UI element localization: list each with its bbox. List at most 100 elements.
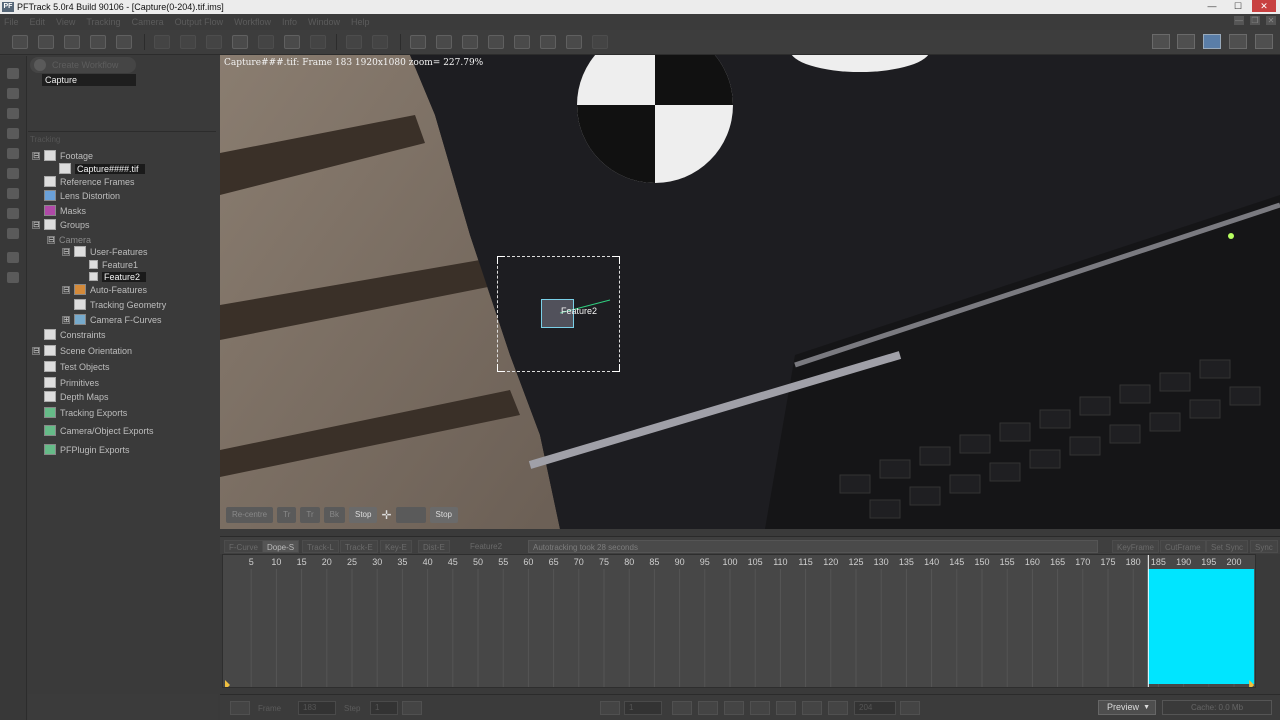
keyframe-button[interactable]: KeyFrame: [1112, 540, 1159, 553]
expand-toggle-icon[interactable]: ⊟: [32, 346, 40, 355]
layout-grid-icon[interactable]: [1255, 34, 1273, 49]
redo-icon[interactable]: [180, 35, 196, 49]
tree-item[interactable]: Capture####.tif: [47, 162, 145, 175]
sync-button[interactable]: Sync: [1250, 540, 1278, 553]
tree-item[interactable]: Primitives: [32, 376, 99, 389]
tree-item[interactable]: ⊟ Footage: [32, 149, 93, 162]
corner-handle[interactable]: [497, 256, 505, 264]
table-icon[interactable]: [284, 35, 300, 49]
maximize-button[interactable]: ☐: [1226, 0, 1250, 12]
refresh-icon[interactable]: [372, 35, 388, 49]
solve-icon[interactable]: [514, 35, 530, 49]
fit-view-icon[interactable]: [232, 35, 248, 49]
tree-item[interactable]: Depth Maps: [32, 390, 109, 403]
tab-key-editor[interactable]: Key-E: [380, 540, 412, 553]
track-backward-button[interactable]: Bk: [323, 507, 345, 523]
menu-file[interactable]: File: [4, 17, 19, 27]
transform-icon[interactable]: [488, 35, 504, 49]
export-tool-icon[interactable]: [7, 252, 19, 263]
step-forward-icon[interactable]: [802, 701, 822, 715]
tree-item[interactable]: Lens Distortion: [32, 189, 120, 202]
expand-toggle-icon[interactable]: ⊟: [32, 220, 40, 229]
menu-camera[interactable]: Camera: [132, 17, 164, 27]
tree-item[interactable]: ⊟ Auto-Features: [62, 283, 147, 296]
undo-icon[interactable]: [154, 35, 170, 49]
corner-handle[interactable]: [612, 256, 620, 264]
menu-tracking[interactable]: Tracking: [86, 17, 120, 27]
expand-toggle-icon[interactable]: ⊟: [47, 235, 55, 244]
layout-quad-icon[interactable]: [1229, 34, 1247, 49]
stop-icon[interactable]: [750, 701, 770, 715]
create-workflow-tab[interactable]: Create Workflow: [30, 57, 136, 73]
set-sync-button[interactable]: Set Sync: [1206, 540, 1249, 553]
axis-icon[interactable]: [540, 35, 556, 49]
preview-dropdown[interactable]: Preview ▼: [1098, 700, 1156, 715]
menu-info[interactable]: Info: [282, 17, 297, 27]
plugin-tool-icon[interactable]: [7, 272, 19, 283]
track-blank-button[interactable]: [395, 507, 426, 523]
end-frame-icon[interactable]: [900, 701, 920, 715]
shield-tool-icon[interactable]: [7, 108, 19, 119]
start-frame-input[interactable]: 1: [624, 701, 662, 715]
tree-item[interactable]: ⊟ Groups: [32, 218, 90, 231]
expand-toggle-icon[interactable]: ⊟: [62, 247, 70, 256]
layout-single-icon[interactable]: [1152, 34, 1170, 49]
text-tool-icon[interactable]: [7, 68, 19, 79]
tab-track-list[interactable]: Track-L: [302, 540, 339, 553]
pin-tool-icon[interactable]: [7, 208, 19, 219]
eye-tool-icon[interactable]: [7, 188, 19, 199]
track-button[interactable]: Tr: [300, 507, 320, 523]
play-back-icon[interactable]: [724, 701, 744, 715]
stop-button[interactable]: Stop: [349, 507, 378, 523]
cutframe-button[interactable]: CutFrame: [1160, 540, 1206, 553]
menu-view[interactable]: View: [56, 17, 75, 27]
tree-item[interactable]: Feature2: [77, 270, 147, 283]
loop-icon[interactable]: [230, 701, 250, 715]
shield2-tool-icon[interactable]: [7, 148, 19, 159]
minimize-button[interactable]: —: [1200, 0, 1224, 12]
tree-item[interactable]: Masks: [32, 204, 86, 217]
layout-float-icon[interactable]: [1177, 34, 1195, 49]
menu-output-flow[interactable]: Output Flow: [175, 17, 224, 27]
tree-item[interactable]: PFPlugin Exports: [32, 443, 130, 456]
tree-item[interactable]: Constraints: [32, 328, 106, 341]
save-as-icon[interactable]: [90, 35, 106, 49]
arrow-icon[interactable]: [346, 35, 362, 49]
expand-toggle-icon[interactable]: ⊟: [32, 151, 40, 160]
export-icon[interactable]: [592, 35, 608, 49]
expand-toggle-icon[interactable]: ⊞: [62, 315, 70, 324]
tree-item[interactable]: Tracking Geometry: [62, 298, 166, 311]
new-project-icon[interactable]: [12, 35, 28, 49]
capture-node[interactable]: Capture: [42, 74, 136, 86]
end-frame-input[interactable]: 204: [854, 701, 896, 715]
start-frame-icon[interactable]: [600, 701, 620, 715]
menu-workflow[interactable]: Workflow: [234, 17, 271, 27]
move-icon[interactable]: [462, 35, 478, 49]
cube-tool-icon[interactable]: [7, 228, 19, 239]
open-icon[interactable]: [38, 35, 54, 49]
stop-button-2[interactable]: Stop: [429, 507, 458, 523]
menu-edit[interactable]: Edit: [30, 17, 46, 27]
expand-toggle-icon[interactable]: ⊟: [62, 285, 70, 294]
tab-track-editor[interactable]: Track-E: [340, 540, 378, 553]
sphere-icon[interactable]: [436, 35, 452, 49]
layout-split-icon[interactable]: [1203, 34, 1221, 49]
grid-icon[interactable]: [258, 35, 274, 49]
tree-item[interactable]: ⊟ Scene Orientation: [32, 344, 132, 357]
group-tool-icon[interactable]: [7, 168, 19, 179]
save-icon[interactable]: [64, 35, 80, 49]
menu-help[interactable]: Help: [351, 17, 370, 27]
corner-handle[interactable]: [612, 364, 620, 372]
node-tool-icon[interactable]: [7, 88, 19, 99]
play-icon[interactable]: [776, 701, 796, 715]
help-icon[interactable]: [116, 35, 132, 49]
corner-handle[interactable]: [497, 364, 505, 372]
camera-icon[interactable]: [410, 35, 426, 49]
recentre-button[interactable]: Re-centre: [226, 507, 274, 523]
mdi-minimize-button[interactable]: —: [1234, 16, 1244, 25]
tree-item[interactable]: Tracking Exports: [32, 406, 127, 419]
menu-window[interactable]: Window: [308, 17, 340, 27]
close-button[interactable]: ✕: [1252, 0, 1276, 12]
fast-forward-icon[interactable]: [828, 701, 848, 715]
cut-icon[interactable]: [206, 35, 222, 49]
